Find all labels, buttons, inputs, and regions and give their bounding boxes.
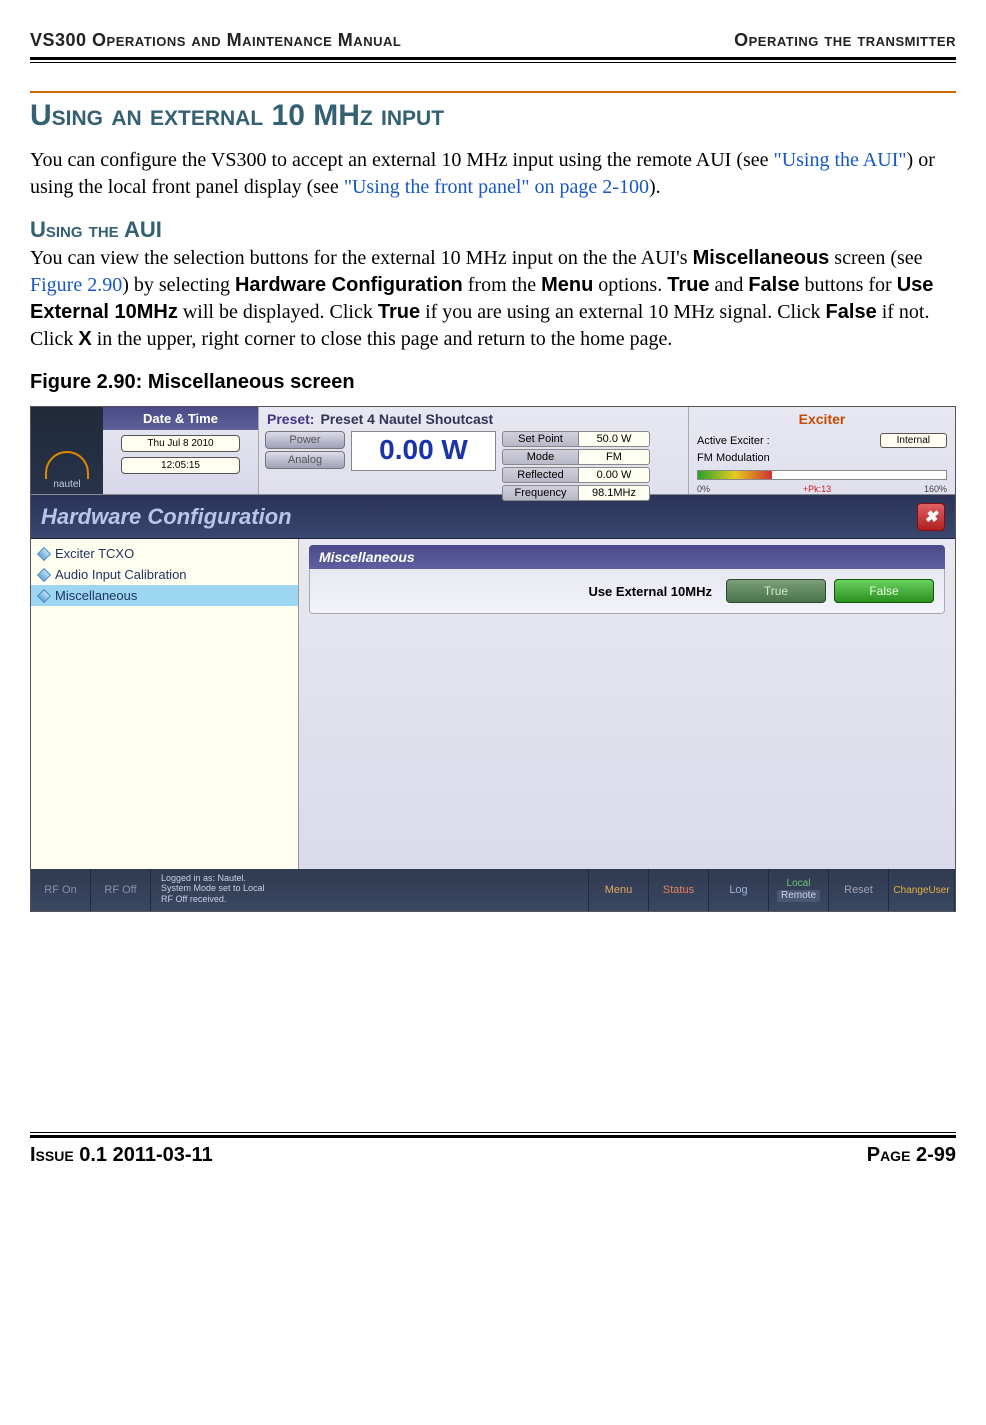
logo-arc-icon [45, 451, 89, 479]
term-miscellaneous: Miscellaneous [693, 247, 830, 269]
sidebar-item-miscellaneous[interactable]: Miscellaneous [31, 585, 298, 606]
term-true: True [667, 274, 709, 296]
close-button[interactable]: ✖ [917, 503, 945, 531]
section-heading: Using an external 10 MHz input [30, 99, 956, 133]
footer-rule-thick [30, 1135, 956, 1138]
page-footer: Issue 0.1 2011-03-11 Page 2-99 [30, 1132, 956, 1167]
remote-label: Remote [777, 890, 820, 902]
change-user-button[interactable]: Change User [889, 869, 955, 911]
time-value[interactable]: 12:05:15 [121, 457, 240, 474]
close-icon: ✖ [924, 507, 937, 527]
footer-bar: RF On RF Off Logged in as: Nautel. Syste… [31, 869, 955, 911]
footer-rule-thin [30, 1132, 956, 1133]
term-true-2: True [378, 301, 420, 323]
preset-label: Preset: [267, 411, 314, 427]
preset-panel: Preset: Preset 4 Nautel Shoutcast Power … [259, 407, 689, 494]
option-row: Use External 10MHz True False [320, 579, 934, 603]
link-using-front-panel[interactable]: "Using the front panel" on page 2-100 [344, 176, 649, 198]
link-figure-290[interactable]: Figure 2.90 [30, 274, 122, 296]
window-titlebar: Hardware Configuration ✖ [31, 495, 955, 539]
logo-text: nautel [53, 479, 80, 490]
body-paragraph: You can view the selection buttons for t… [30, 245, 956, 353]
fm-modulation-label: FM Modulation [697, 452, 770, 464]
tick-0: 0% [697, 484, 710, 494]
local-remote-toggle[interactable]: Local Remote [769, 869, 829, 911]
topbar: nautel Date & Time Thu Jul 8 2010 12:05:… [31, 407, 955, 495]
preset-value[interactable]: Preset 4 Nautel Shoutcast [320, 411, 493, 427]
frequency-value: 98.1MHz [578, 485, 650, 501]
frequency-label: Frequency [502, 485, 578, 501]
date-value[interactable]: Thu Jul 8 2010 [121, 435, 240, 452]
datetime-panel: Date & Time Thu Jul 8 2010 12:05:15 [103, 407, 259, 494]
running-header-right: Operating the transmitter [734, 30, 956, 51]
term-false: False [748, 274, 799, 296]
menu-button[interactable]: Menu [589, 869, 649, 911]
panel-title: Miscellaneous [309, 545, 945, 569]
reflected-value: 0.00 W [578, 467, 650, 483]
window-title: Hardware Configuration [41, 504, 292, 530]
datetime-header: Date & Time [103, 407, 258, 430]
status-button[interactable]: Status [649, 869, 709, 911]
power-readout: 0.00 W [351, 431, 496, 471]
active-exciter-label: Active Exciter : [697, 435, 770, 447]
panel-body: Use External 10MHz True False [309, 569, 945, 614]
main-panel: Miscellaneous Use External 10MHz True Fa… [299, 539, 955, 869]
footer-info: Logged in as: Nautel. System Mode set to… [151, 869, 589, 911]
header-rule-thin [30, 62, 956, 63]
sidebar: Exciter TCXO Audio Input Calibration Mis… [31, 539, 299, 869]
tick-160: 160% [924, 484, 947, 494]
section-rule [30, 91, 956, 93]
log-button[interactable]: Log [709, 869, 769, 911]
setpoint-value: 50.0 W [578, 431, 650, 447]
subsection-heading: Using the AUI [30, 217, 956, 243]
rf-on-button[interactable]: RF On [31, 869, 91, 911]
diamond-icon [37, 546, 51, 560]
reset-button[interactable]: Reset [829, 869, 889, 911]
true-button[interactable]: True [726, 579, 826, 603]
term-x: X [78, 328, 91, 350]
issue-info: Issue 0.1 2011-03-11 [30, 1144, 213, 1167]
rf-off-button[interactable]: RF Off [91, 869, 151, 911]
modulation-bar [697, 470, 947, 480]
active-exciter-value[interactable]: Internal [880, 433, 947, 448]
exciter-title: Exciter [689, 407, 955, 431]
local-label: Local [787, 879, 811, 889]
tick-peak: +Pk:13 [803, 484, 831, 494]
intro-paragraph: You can configure the VS300 to accept an… [30, 147, 956, 201]
power-button[interactable]: Power [265, 431, 345, 449]
link-using-aui[interactable]: "Using the AUI" [774, 149, 907, 171]
false-button[interactable]: False [834, 579, 934, 603]
term-false-2: False [826, 301, 877, 323]
reflected-label: Reflected [502, 467, 578, 483]
sidebar-item-audio-input-calibration[interactable]: Audio Input Calibration [31, 564, 298, 585]
figure-caption: Figure 2.90: Miscellaneous screen [30, 371, 956, 394]
figure-screenshot: nautel Date & Time Thu Jul 8 2010 12:05:… [30, 406, 956, 912]
sidebar-item-exciter-tcxo[interactable]: Exciter TCXO [31, 543, 298, 564]
mode-label: Mode [502, 449, 578, 465]
exciter-panel: Exciter Active Exciter : Internal FM Mod… [689, 407, 955, 494]
option-label: Use External 10MHz [320, 584, 718, 599]
window-body: Exciter TCXO Audio Input Calibration Mis… [31, 539, 955, 869]
mode-value: FM [578, 449, 650, 465]
diamond-icon [37, 567, 51, 581]
logo-area[interactable]: nautel [31, 407, 103, 494]
term-hardware-configuration: Hardware Configuration [235, 274, 463, 296]
term-menu: Menu [541, 274, 593, 296]
running-header-left: VS300 Operations and Maintenance Manual [30, 30, 401, 51]
page-number: Page 2-99 [867, 1144, 956, 1167]
analog-button[interactable]: Analog [265, 451, 345, 469]
header-rule-thick [30, 57, 956, 60]
diamond-icon [37, 588, 51, 602]
running-header: VS300 Operations and Maintenance Manual … [30, 30, 956, 51]
setpoint-label: Set Point [502, 431, 578, 447]
